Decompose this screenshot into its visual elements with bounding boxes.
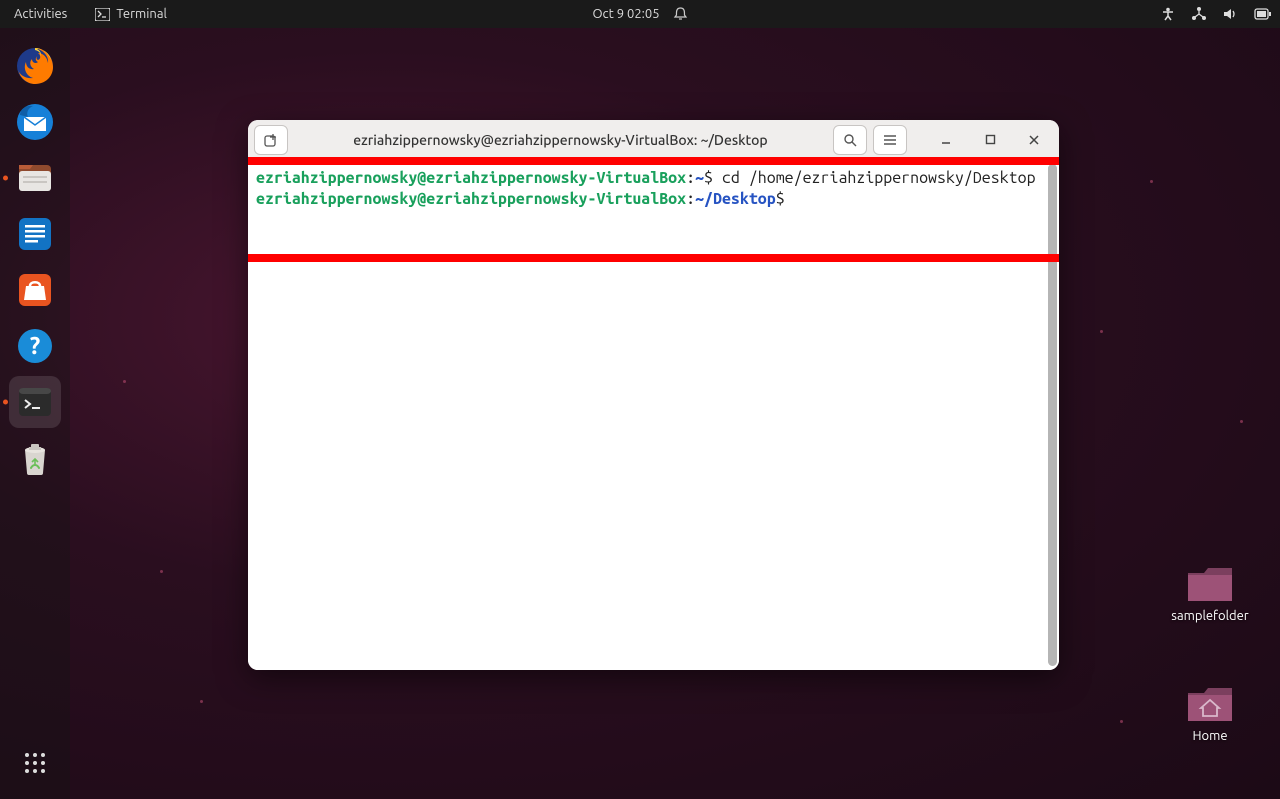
active-app-indicator[interactable]: Terminal (81, 0, 181, 28)
top-bar: Activities Terminal Oct 9 02:05 (0, 0, 1280, 28)
window-titlebar[interactable]: ezriahzippernowsky@ezriahzippernowsky-Vi… (248, 120, 1059, 160)
terminal-window: ezriahzippernowsky@ezriahzippernowsky-Vi… (248, 120, 1059, 670)
window-title: ezriahzippernowsky@ezriahzippernowsky-Vi… (294, 132, 827, 148)
dock-writer[interactable] (9, 208, 61, 260)
dock-terminal[interactable] (9, 376, 61, 428)
folder-icon (1186, 565, 1234, 605)
notification-icon[interactable] (674, 7, 688, 21)
battery-icon[interactable] (1254, 8, 1272, 20)
desktop-folder-samplefolder[interactable]: samplefolder (1170, 565, 1250, 623)
clock[interactable]: Oct 9 02:05 (592, 7, 659, 21)
scrollbar-thumb[interactable] (1048, 164, 1057, 666)
minimize-button[interactable] (927, 125, 965, 155)
network-icon[interactable] (1191, 7, 1207, 21)
terminal-icon (95, 8, 110, 21)
activities-button[interactable]: Activities (0, 0, 81, 28)
dock-firefox[interactable] (9, 40, 61, 92)
prompt-path: ~/Desktop (695, 190, 776, 208)
command-text (785, 190, 794, 208)
prompt-sep: : (686, 190, 695, 208)
close-button[interactable] (1015, 125, 1053, 155)
search-button[interactable] (833, 125, 867, 155)
terminal-content[interactable]: ezriahzippernowsky@ezriahzippernowsky-Vi… (252, 164, 1045, 666)
dock: ? (0, 28, 70, 799)
active-app-label: Terminal (116, 7, 167, 21)
svg-text:?: ? (30, 332, 41, 359)
command-text: cd /home/ezriahzippernowsky/Desktop (713, 169, 1036, 187)
running-indicator-dot (3, 176, 8, 181)
dock-files[interactable] (9, 152, 61, 204)
running-indicator-dot (3, 400, 8, 405)
terminal-body[interactable]: ezriahzippernowsky@ezriahzippernowsky-Vi… (248, 160, 1059, 670)
desktop-icon-label: samplefolder (1170, 609, 1250, 623)
maximize-button[interactable] (971, 125, 1009, 155)
volume-icon[interactable] (1223, 7, 1238, 21)
dock-trash[interactable] (9, 432, 61, 484)
terminal-scrollbar[interactable] (1048, 164, 1057, 666)
desktop-icon-label: Home (1170, 729, 1250, 743)
prompt-sep: : (686, 169, 695, 187)
dock-thunderbird[interactable] (9, 96, 61, 148)
new-tab-button[interactable] (254, 125, 288, 155)
dock-help[interactable]: ? (9, 320, 61, 372)
hamburger-menu-button[interactable] (873, 125, 907, 155)
prompt-sign: $ (704, 169, 713, 187)
desktop-folder-home[interactable]: Home (1170, 685, 1250, 743)
activities-label: Activities (14, 7, 67, 21)
prompt-userhost: ezriahzippernowsky@ezriahzippernowsky-Vi… (256, 190, 686, 208)
show-applications-button[interactable] (9, 737, 61, 789)
prompt-path: ~ (695, 169, 704, 187)
prompt-sign: $ (776, 190, 785, 208)
prompt-userhost: ezriahzippernowsky@ezriahzippernowsky-Vi… (256, 169, 686, 187)
home-folder-icon (1186, 685, 1234, 725)
dock-software[interactable] (9, 264, 61, 316)
accessibility-icon[interactable] (1161, 7, 1175, 21)
